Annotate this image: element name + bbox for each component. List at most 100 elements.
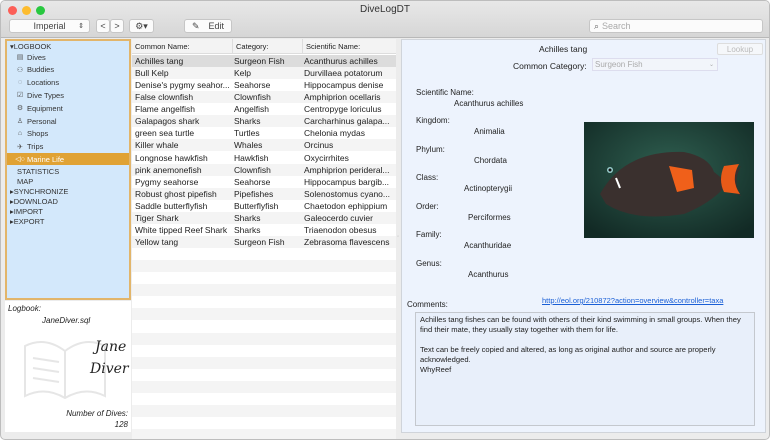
signature-line2: Diver <box>90 361 129 377</box>
empty-row <box>132 308 396 321</box>
table-cell: Robust ghost pipefish <box>135 188 217 199</box>
sidebar: ▾LOGBOOK ▤ Dives ⚇ Buddies ◌ Locations ☑ Dive T… <box>5 39 131 300</box>
logbook-info: Logbook: JaneDiver.sql Jane Diver Number… <box>5 301 131 432</box>
table-cell: Flame angelfish <box>135 104 196 115</box>
gear-menu-button[interactable]: ⚙▾ <box>129 19 154 33</box>
table-row[interactable]: Flame angelfish Angelfish Centropyge loric… <box>132 103 396 116</box>
table-row[interactable]: green sea turtle Turtles Chelonia mydas <box>132 127 396 140</box>
table-cell: Hippocampus bargib... <box>304 176 390 187</box>
sidebar-item-map[interactable]: MAP <box>17 177 33 186</box>
sidebar-group-import[interactable]: ▸IMPORT <box>10 207 43 216</box>
field-label: Class: <box>416 173 439 182</box>
table-cell: Clownfish <box>234 92 271 103</box>
empty-row <box>132 405 396 418</box>
empty-row <box>132 248 396 261</box>
sidebar-item-equipment[interactable]: ⚙ Equipment <box>7 102 129 114</box>
sidebar-item-statistics[interactable]: STATISTICS <box>17 167 59 176</box>
app-window: DiveLogDT Imperial ⇕ < > ⚙▾ ✎ Edit ⌕ Search… <box>0 0 770 440</box>
table-cell: Hawkfish <box>234 152 269 163</box>
split-handle[interactable]: ◦ <box>397 234 399 240</box>
sidebar-item-buddies[interactable]: ⚇ Buddies <box>7 64 129 76</box>
logbook-label: Logbook: <box>8 304 41 313</box>
group-label: EXPORT <box>13 217 45 226</box>
empty-row <box>132 417 396 430</box>
dives-icon: ▤ <box>16 54 24 61</box>
field-value: Perciformes <box>468 212 511 222</box>
table-row[interactable]: pink anemonefish Clownfish Amphiprion peri… <box>132 163 396 176</box>
table-row[interactable]: Pygmy seahorse Seahorse Hippocampus bargib… <box>132 175 396 188</box>
table-cell: Kelp <box>234 68 252 79</box>
table-cell: Carcharhinus galapa... <box>304 116 390 127</box>
gear-icon: ⚙▾ <box>135 20 148 31</box>
field-label: Scientific Name: <box>416 88 474 97</box>
units-select[interactable]: Imperial ⇕ <box>9 19 90 33</box>
fish-icon: ◁○ <box>15 156 25 164</box>
category-value: Surgeon Fish <box>595 60 643 69</box>
table-row[interactable]: False clownfish Clownfish Amphiprion ocell… <box>132 91 396 104</box>
sidebar-item-dives[interactable]: ▤ Dives <box>7 51 129 63</box>
pencil-icon: ✎ <box>191 20 200 31</box>
table-row[interactable]: Yellow tang Surgeon Fish Zebrasoma flavesc… <box>132 236 396 249</box>
table-cell: Sharks <box>234 116 261 127</box>
plane-icon: ✈ <box>17 143 23 151</box>
table-row[interactable]: White tipped Reef Shark Sharks Triaenodon … <box>132 223 396 236</box>
table-row[interactable]: Tiger Shark Sharks Galeocerdo cuvier <box>132 211 396 224</box>
table-cell: Galeocerdo cuvier <box>304 212 373 223</box>
species-name: Achilles tang <box>539 44 588 54</box>
checkbox-icon: ☑ <box>16 92 24 100</box>
back-button[interactable]: < <box>96 19 110 33</box>
comments-textarea[interactable]: Achilles tang fishes can be found with o… <box>415 312 755 426</box>
table-cell: Galapagos shark <box>135 116 200 127</box>
empty-row <box>132 320 396 333</box>
search-field[interactable]: ⌕ Search <box>589 19 763 33</box>
empty-row <box>132 368 396 381</box>
column-header-scientific-name[interactable]: Scientific Name: <box>302 39 396 54</box>
sidebar-item-locations[interactable]: ◌ Locations <box>7 77 129 89</box>
table-cell: pink anemonefish <box>135 164 202 175</box>
table-row[interactable]: Robust ghost pipefish Pipefishes Solenosto… <box>132 187 396 200</box>
table-cell: Saddle butterflyfish <box>135 200 208 211</box>
units-value: Imperial <box>33 21 66 31</box>
table-row[interactable]: Bull Kelp Kelp Durvillaea potatorum <box>132 67 396 80</box>
field-label: Phylum: <box>416 144 445 154</box>
table-row[interactable]: Achilles tang Surgeon Fish Acanthurus achi… <box>132 55 396 67</box>
sidebar-group-export[interactable]: ▸EXPORT <box>10 217 44 226</box>
forward-button[interactable]: > <box>110 19 124 33</box>
table-cell: Seahorse <box>234 80 271 91</box>
table-row[interactable]: Killer whale Whales Orcinus <box>132 139 396 152</box>
eol-link[interactable]: http://eol.org/210872?action=overview&co… <box>542 296 723 305</box>
sidebar-item-label: Locations <box>27 78 60 88</box>
table-row[interactable]: Longnose hawkfish Hawkfish Oxycirrhites <box>132 151 396 164</box>
location-icon: ◌ <box>17 79 23 87</box>
sidebar-item-label: Buddies <box>27 65 55 75</box>
lookup-button[interactable]: Lookup <box>717 43 763 55</box>
dives-count: 128 <box>114 420 128 429</box>
edit-button[interactable]: ✎ Edit <box>184 19 232 33</box>
field-value: Acanthurus <box>468 269 509 279</box>
empty-row <box>132 356 396 369</box>
column-header-category[interactable]: Category: <box>232 39 302 54</box>
table-cell: Yellow tang <box>135 237 179 248</box>
category-select[interactable]: Surgeon Fish ⌄ <box>592 58 718 71</box>
dives-count-label: Number of Dives: <box>66 409 128 418</box>
table-row[interactable]: Denise's pygmy seahor... Seahorse Hippocam… <box>132 79 396 92</box>
title-bar: DiveLogDT Imperial ⇕ < > ⚙▾ ✎ Edit ⌕ Search <box>1 1 769 38</box>
logbook-group[interactable]: ▾LOGBOOK <box>10 42 51 51</box>
table-cell: Pygmy seahorse <box>135 176 199 187</box>
column-header-common-name[interactable]: Common Name: <box>132 39 232 54</box>
sidebar-group-synchronize[interactable]: ▸SYNCHRONIZE <box>10 187 68 196</box>
logbook-file: JaneDiver.sql <box>42 316 91 325</box>
sidebar-item-marine-life[interactable]: ◁○ Marine Life <box>7 153 129 166</box>
table-cell: Sharks <box>234 212 261 223</box>
sidebar-item-personal[interactable]: ♙ Personal <box>7 115 129 127</box>
sidebar-item-shops[interactable]: ⌂ Shops <box>7 128 129 140</box>
sidebar-item-trips[interactable]: ✈ Trips <box>7 141 129 153</box>
table-row[interactable]: Saddle butterflyfish Butterflyfish Chaetod… <box>132 199 396 212</box>
table-row[interactable]: Galapagos shark Sharks Carcharhinus galapa… <box>132 115 396 128</box>
sidebar-item-dive-types[interactable]: ☑ Dive Types <box>7 89 129 101</box>
sidebar-group-download[interactable]: ▸DOWNLOAD <box>10 197 58 206</box>
empty-row <box>132 392 396 405</box>
equipment-icon: ⚙ <box>16 105 24 113</box>
field-value: Acanthurus achilles <box>454 99 524 108</box>
table-cell: Triaenodon obesus <box>304 224 377 235</box>
